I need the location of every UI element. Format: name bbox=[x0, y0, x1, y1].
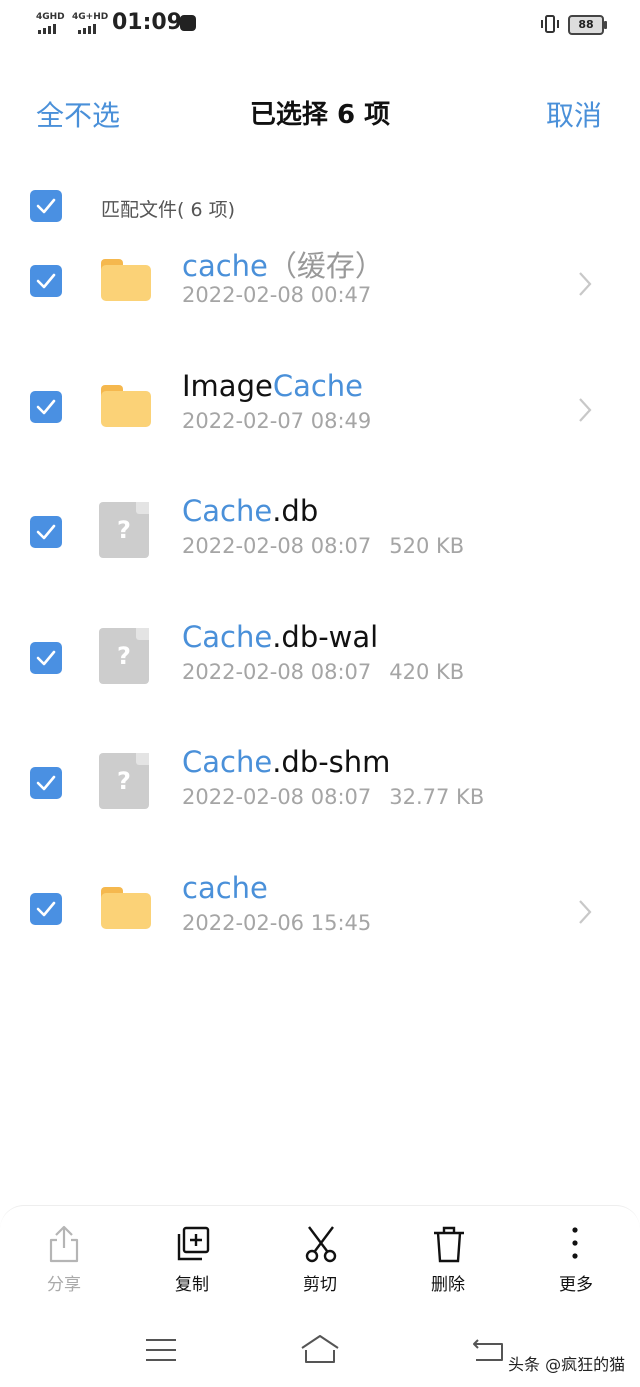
copy-button[interactable]: 复制 bbox=[142, 1206, 242, 1306]
battery-indicator: 88 bbox=[568, 15, 607, 35]
file-name: Cache.db-wal bbox=[182, 620, 379, 654]
check-icon bbox=[36, 650, 56, 666]
check-icon bbox=[36, 399, 56, 415]
notification-app-icon bbox=[180, 15, 196, 31]
unknown-file-icon: ? bbox=[99, 502, 149, 558]
back-icon[interactable] bbox=[468, 1330, 508, 1370]
share-icon bbox=[49, 1225, 79, 1263]
signal-label-1: 4GHD bbox=[36, 12, 65, 22]
file-date: 2022-02-08 00:47 bbox=[182, 283, 372, 307]
clock: 01:09 bbox=[112, 10, 183, 35]
file-name: Cache.db bbox=[182, 494, 319, 528]
file-date: 2022-02-08 08:07 bbox=[182, 534, 372, 558]
file-date: 2022-02-08 08:07 bbox=[182, 785, 372, 809]
check-icon bbox=[36, 775, 56, 791]
chevron-right-icon[interactable] bbox=[575, 395, 595, 425]
home-icon[interactable] bbox=[300, 1330, 340, 1370]
folder-icon bbox=[101, 385, 151, 427]
trash-icon bbox=[434, 1226, 464, 1263]
check-icon bbox=[36, 273, 56, 289]
file-meta: 2022-02-08 08:07 520 KB bbox=[182, 534, 464, 558]
selection-header: 全不选 已选择 6 项 取消 bbox=[0, 80, 640, 140]
file-name: Cache.db-shm bbox=[182, 745, 391, 779]
folder-icon bbox=[101, 887, 151, 929]
file-size: 32.77 KB bbox=[389, 785, 485, 809]
file-meta: 2022-02-08 00:47 bbox=[182, 283, 371, 307]
more-label: 更多 bbox=[559, 1275, 593, 1295]
check-icon bbox=[36, 901, 56, 917]
file-row[interactable]: ? Cache.db-wal 2022-02-08 08:07 420 KB bbox=[0, 612, 640, 722]
check-icon bbox=[36, 524, 56, 540]
unknown-file-icon: ? bbox=[99, 628, 149, 684]
signal-icon-2 bbox=[78, 24, 96, 34]
file-date: 2022-02-07 08:49 bbox=[182, 409, 372, 433]
file-meta: 2022-02-08 08:07 420 KB bbox=[182, 660, 464, 684]
scissors-icon bbox=[305, 1226, 337, 1263]
watermark: 头条 @疯狂的猫 bbox=[508, 1355, 626, 1374]
row-checkbox[interactable] bbox=[30, 516, 62, 548]
file-size: 420 KB bbox=[389, 660, 465, 684]
signal-label-2: 4G+HD bbox=[72, 12, 109, 22]
more-vertical-icon bbox=[572, 1227, 578, 1259]
file-date: 2022-02-06 15:45 bbox=[182, 911, 372, 935]
status-bar: 4GHD 4G+HD 01:09 88 bbox=[0, 0, 640, 50]
file-row[interactable]: cache（缓存） 2022-02-08 00:47 bbox=[0, 235, 640, 345]
chevron-right-icon[interactable] bbox=[575, 897, 595, 927]
file-meta: 2022-02-08 08:07 32.77 KB bbox=[182, 785, 484, 809]
file-size: 520 KB bbox=[389, 534, 465, 558]
copy-icon bbox=[177, 1226, 210, 1261]
signal-icon-1 bbox=[38, 24, 56, 34]
file-name: ImageCache bbox=[182, 369, 364, 403]
folder-icon bbox=[101, 259, 151, 301]
chevron-right-icon[interactable] bbox=[575, 269, 595, 299]
action-toolbar: 分享 复制 剪切 删除 更多 bbox=[0, 1205, 640, 1316]
row-checkbox[interactable] bbox=[30, 265, 62, 297]
cut-button[interactable]: 剪切 bbox=[270, 1206, 370, 1306]
select-group-checkbox[interactable] bbox=[30, 190, 62, 222]
row-checkbox[interactable] bbox=[30, 642, 62, 674]
share-button[interactable]: 分享 bbox=[14, 1206, 114, 1306]
group-label: 匹配文件( 6 项) bbox=[101, 199, 235, 221]
unknown-file-icon: ? bbox=[99, 753, 149, 809]
file-meta: 2022-02-07 08:49 bbox=[182, 409, 371, 433]
check-icon bbox=[36, 198, 56, 214]
delete-label: 删除 bbox=[431, 1275, 465, 1295]
cancel-button[interactable]: 取消 bbox=[546, 94, 602, 134]
delete-button[interactable]: 删除 bbox=[398, 1206, 498, 1306]
file-meta: 2022-02-06 15:45 bbox=[182, 911, 371, 935]
file-row[interactable]: ? Cache.db 2022-02-08 08:07 520 KB bbox=[0, 486, 640, 596]
menu-icon[interactable] bbox=[141, 1330, 181, 1370]
cut-label: 剪切 bbox=[303, 1275, 337, 1295]
vibrate-icon bbox=[541, 15, 559, 33]
copy-label: 复制 bbox=[175, 1275, 209, 1295]
file-row[interactable]: cache 2022-02-06 15:45 bbox=[0, 863, 640, 973]
select-group-row[interactable]: 匹配文件( 6 项) bbox=[0, 185, 640, 230]
row-checkbox[interactable] bbox=[30, 893, 62, 925]
row-checkbox[interactable] bbox=[30, 767, 62, 799]
row-checkbox[interactable] bbox=[30, 391, 62, 423]
file-name: cache（缓存） bbox=[182, 249, 384, 283]
more-button[interactable]: 更多 bbox=[526, 1206, 626, 1306]
file-date: 2022-02-08 08:07 bbox=[182, 660, 372, 684]
file-name: cache bbox=[182, 871, 268, 905]
file-row[interactable]: ImageCache 2022-02-07 08:49 bbox=[0, 361, 640, 471]
file-row[interactable]: ? Cache.db-shm 2022-02-08 08:07 32.77 KB bbox=[0, 737, 640, 847]
share-label: 分享 bbox=[47, 1275, 81, 1295]
page-title: 已选择 6 项 bbox=[249, 100, 391, 130]
